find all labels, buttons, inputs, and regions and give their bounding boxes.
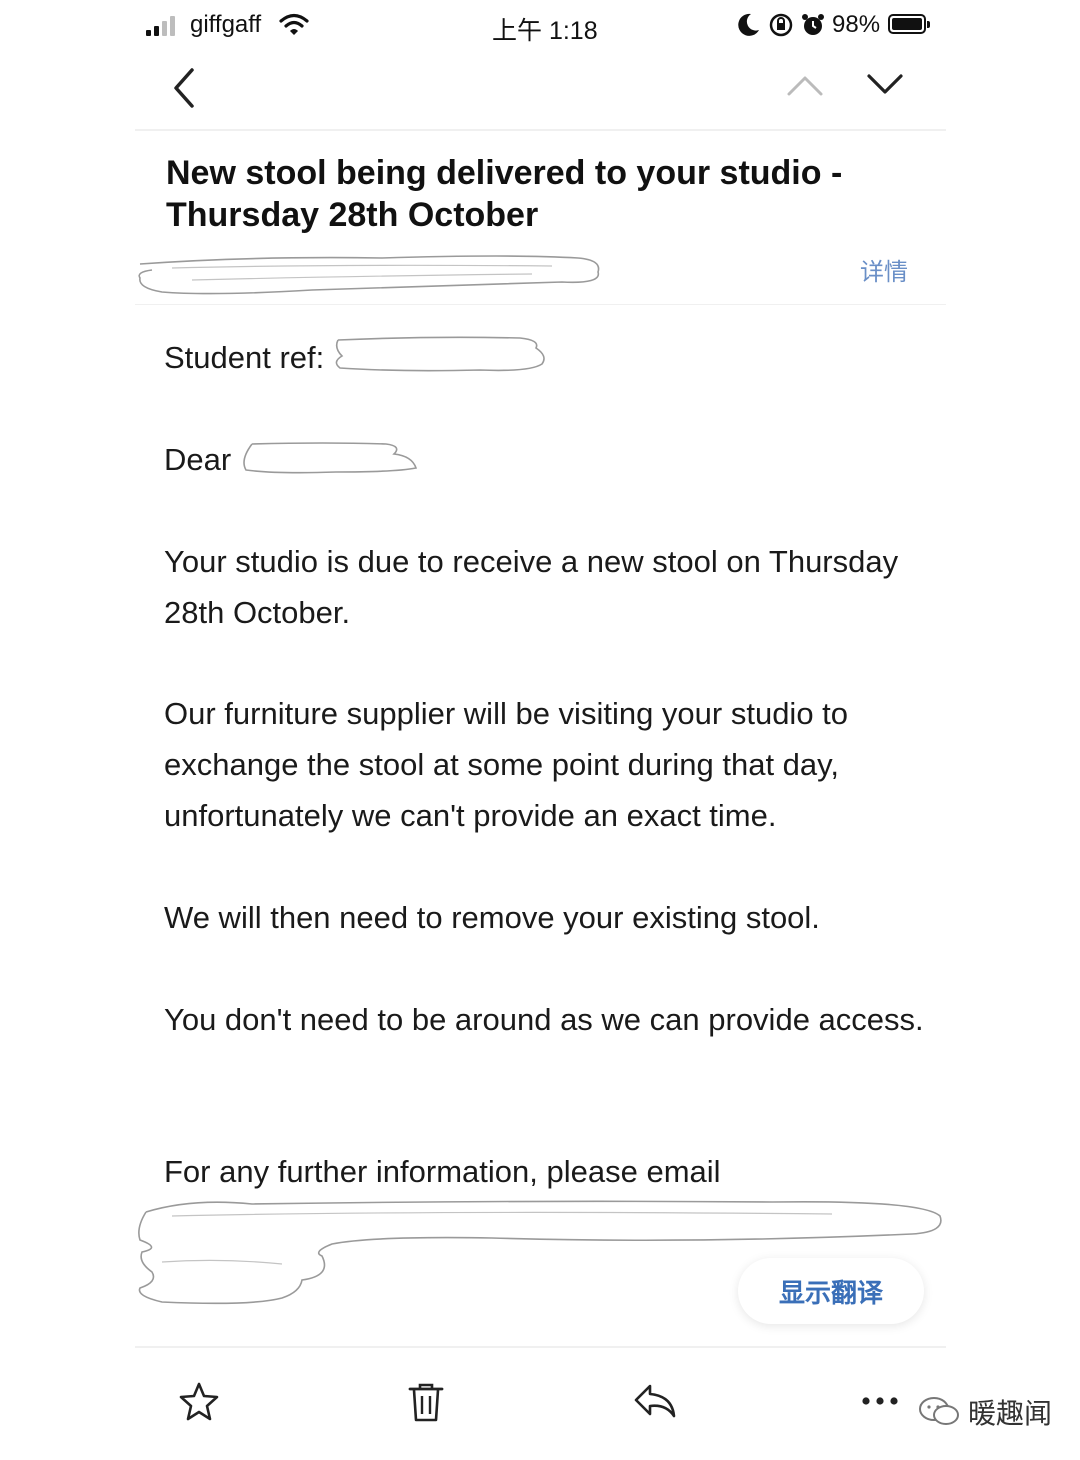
email-paragraph-1: Your studio is due to receive a new stoo… (164, 544, 899, 630)
alarm-icon (800, 12, 826, 43)
email-paragraph-2: Our furniture supplier will be visiting … (164, 696, 849, 833)
battery-icon (888, 14, 930, 34)
rotation-lock-icon (768, 12, 794, 43)
wifi-icon (279, 12, 309, 41)
watermark-text: 暖趣闻 (968, 1398, 1053, 1429)
redacted-sender-scribble (138, 255, 600, 295)
carrier-name: giffgaff (190, 11, 262, 38)
star-icon[interactable] (178, 1380, 220, 1427)
email-paragraph-4: You don't need to be around as we can pr… (164, 1002, 924, 1037)
subject-divider (135, 304, 946, 305)
email-paragraph-5: For any further information, please emai… (164, 1154, 721, 1189)
trash-icon[interactable] (406, 1380, 446, 1429)
previous-email-chevron-up-icon[interactable] (786, 70, 824, 105)
toolbar-divider (135, 1346, 946, 1348)
chat-bubble-icon (919, 1397, 959, 1425)
email-paragraph-3: We will then need to remove your existin… (164, 900, 820, 935)
redacted-name-scribble (243, 442, 418, 474)
status-time: 上午 1:18 (492, 17, 598, 45)
details-link[interactable]: 详情 (860, 252, 908, 287)
more-icon[interactable] (860, 1394, 900, 1413)
header-divider (135, 129, 946, 131)
redacted-student-ref-scribble (335, 336, 545, 372)
next-email-chevron-down-icon[interactable] (866, 70, 904, 105)
watermark: 暖趣闻 (918, 1392, 1052, 1432)
moon-icon (737, 12, 761, 43)
email-subject: New stool being delivered to your studio… (166, 154, 843, 234)
reply-icon[interactable] (632, 1380, 678, 1427)
signal-icon (146, 14, 182, 36)
show-translation-button[interactable]: 显示翻译 (738, 1258, 924, 1324)
back-chevron-icon[interactable] (168, 66, 202, 115)
battery-percent: 98% (832, 11, 881, 38)
